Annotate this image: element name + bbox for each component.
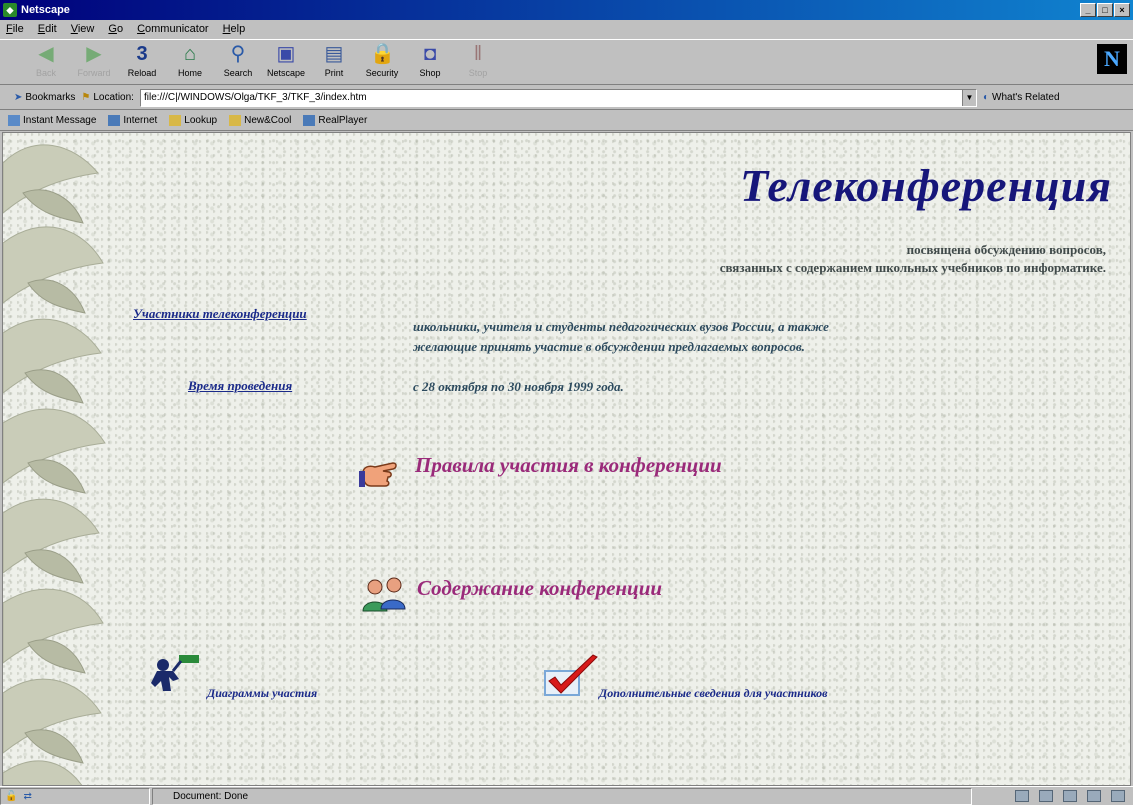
personal-toolbar: Instant Message Internet Lookup New&Cool…	[0, 111, 1133, 131]
rules-link[interactable]: Правила участия в конференции	[415, 453, 722, 478]
menu-file[interactable]: File	[6, 23, 24, 35]
close-button[interactable]: ×	[1114, 3, 1130, 17]
internet-icon	[108, 115, 121, 126]
contents-link[interactable]: Содержание конференции	[417, 576, 662, 601]
component-bar	[1015, 790, 1133, 802]
people-discussion-icon[interactable]	[361, 573, 407, 613]
internet-button[interactable]: Internet	[108, 115, 157, 126]
netscape-app-icon: ◆	[3, 3, 17, 17]
page-title: Телеконференция	[740, 160, 1112, 211]
window-controls: _ □ ×	[1080, 3, 1130, 17]
page-subtitle: посвящена обсуждению вопросов, связанных…	[719, 242, 1106, 275]
pointing-hand-icon[interactable]	[359, 455, 401, 491]
print-icon: ▤	[324, 43, 344, 65]
bookmarks-button[interactable]: ➤ Bookmarks	[14, 92, 75, 103]
folder-icon	[169, 115, 182, 126]
diagram-figure-icon[interactable]	[149, 653, 205, 693]
menu-edit[interactable]: Edit	[38, 23, 57, 35]
whats-related-icon: ◐	[982, 92, 990, 103]
new-cool-button[interactable]: New&Cool	[229, 115, 291, 126]
edit-icon[interactable]	[1111, 790, 1125, 802]
extra-info-link[interactable]: Дополнительные сведения для участников	[599, 686, 828, 701]
back-button[interactable]: ◀ Back	[22, 40, 70, 84]
checkmark-icon[interactable]	[541, 653, 601, 697]
discussions-icon[interactable]	[1063, 790, 1077, 802]
instant-message-button[interactable]: Instant Message	[8, 115, 96, 126]
back-arrow-icon: ◀	[38, 43, 54, 65]
window-titlebar: ◆ Netscape _ □ ×	[0, 0, 1133, 20]
menu-view[interactable]: View	[71, 23, 95, 35]
composer-icon[interactable]	[1087, 790, 1101, 802]
location-bar: ➤ Bookmarks ⚑ Location: file:///C|/WINDO…	[0, 86, 1133, 110]
participants-description: школьники, учителя и студенты педагогиче…	[413, 319, 829, 354]
menu-go[interactable]: Go	[108, 23, 123, 35]
realplayer-button[interactable]: RealPlayer	[303, 115, 367, 126]
reload-button[interactable]: 3 Reload	[118, 40, 166, 84]
menu-communicator[interactable]: Communicator	[137, 23, 209, 35]
print-button[interactable]: ▤ Print	[310, 40, 358, 84]
reload-icon: 3	[136, 43, 148, 65]
security-icon: 🔒	[370, 43, 395, 65]
url-input[interactable]: file:///C|/WINDOWS/Olga/TKF_3/TKF_3/inde…	[139, 88, 977, 107]
forward-arrow-icon: ▶	[86, 43, 102, 65]
security-lock-icon[interactable]: 🔓	[5, 791, 17, 802]
navigation-toolbar: ◀ Back ▶ Forward 3 Reload ⌂ Home ⚲ Searc…	[0, 39, 1133, 85]
maximize-button[interactable]: □	[1097, 3, 1113, 17]
navigator-icon[interactable]	[1015, 790, 1029, 802]
lookup-button[interactable]: Lookup	[169, 115, 217, 126]
location-label: ⚑ Location:	[81, 92, 134, 103]
security-button[interactable]: 🔒 Security	[358, 40, 406, 84]
status-left: 🔓 ⇄	[0, 787, 150, 805]
participants-link[interactable]: Участники телеконференции	[133, 306, 307, 322]
home-button[interactable]: ⌂ Home	[166, 40, 214, 84]
shop-icon: ◘	[423, 43, 437, 65]
forward-button[interactable]: ▶ Forward	[70, 40, 118, 84]
netscape-button[interactable]: ▣ Netscape	[262, 40, 310, 84]
page-content: Телеконференция посвящена обсуждению воп…	[2, 132, 1131, 786]
instant-message-icon	[8, 115, 20, 126]
netscape-icon: ▣	[276, 43, 296, 65]
shop-button[interactable]: ◘ Shop	[406, 40, 454, 84]
search-button[interactable]: ⚲ Search	[214, 40, 262, 84]
stop-icon: ‖	[473, 43, 483, 65]
time-description: с 28 октября по 30 ноября 1999 года.	[413, 379, 624, 394]
status-bar: 🔓 ⇄ Document: Done	[0, 786, 1133, 805]
search-icon: ⚲	[230, 43, 246, 65]
diagrams-link[interactable]: Диаграммы участия	[207, 686, 317, 701]
location-icon: ⚑	[81, 92, 91, 103]
mail-icon[interactable]	[1039, 790, 1053, 802]
realplayer-icon	[303, 115, 316, 126]
bookmarks-icon: ➤	[14, 92, 23, 103]
minimize-button[interactable]: _	[1080, 3, 1096, 17]
menu-help[interactable]: Help	[223, 23, 246, 35]
home-icon: ⌂	[183, 43, 197, 65]
netscape-logo[interactable]: N	[1097, 44, 1127, 74]
menu-bar: File Edit View Go Communicator Help	[0, 20, 1133, 38]
whats-related-button[interactable]: ◐ What's Related	[983, 92, 1060, 103]
window-title: Netscape	[21, 4, 70, 16]
chevron-down-icon[interactable]: ▼	[961, 89, 976, 106]
folder-icon	[229, 115, 242, 126]
leaf-border-decoration	[3, 144, 106, 785]
time-link[interactable]: Время проведения	[188, 378, 292, 394]
online-status-icon[interactable]: ⇄	[23, 791, 31, 802]
status-text: Document: Done	[152, 787, 972, 805]
stop-button[interactable]: ‖ Stop	[454, 40, 502, 84]
